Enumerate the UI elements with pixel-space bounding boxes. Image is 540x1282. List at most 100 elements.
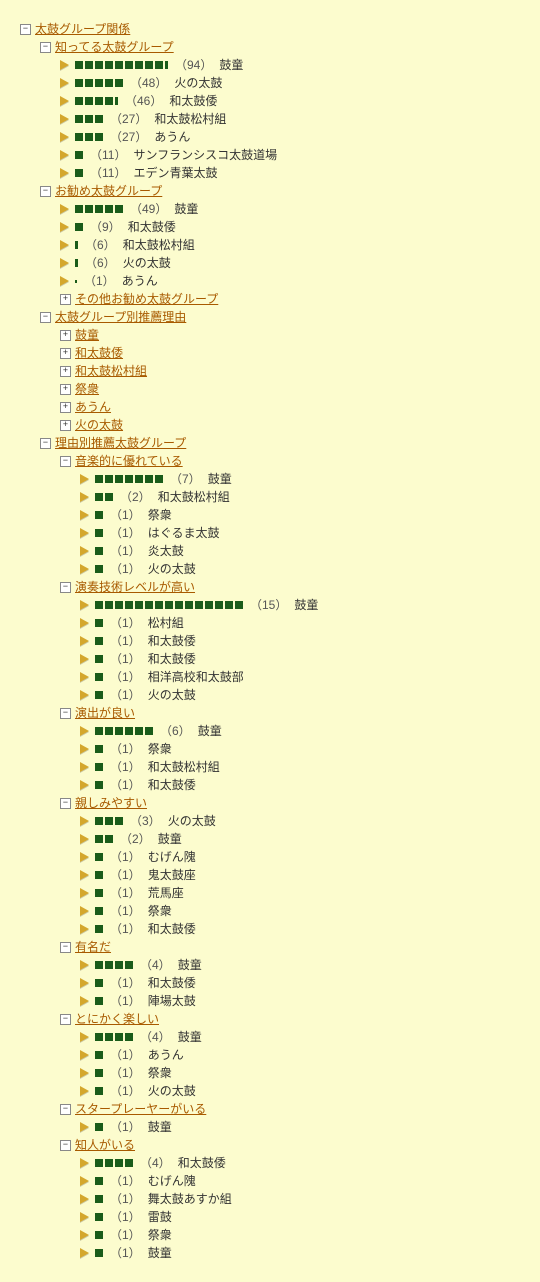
bar-indicator (75, 151, 83, 159)
collapse-icon[interactable]: − (20, 24, 31, 35)
item-name: むげん隗 (148, 1172, 196, 1190)
bar-indicator (95, 565, 103, 573)
subgroup-label[interactable]: 火の太鼓 (75, 416, 123, 434)
data-row: （1）荒馬座 (80, 884, 520, 902)
collapse-icon[interactable]: − (60, 1014, 71, 1025)
tree-root-label[interactable]: 太鼓グループ関係 (35, 20, 130, 38)
arrow-icon (80, 564, 89, 574)
bar-indicator (75, 133, 103, 141)
collapse-icon[interactable]: − (40, 42, 51, 53)
expand-icon[interactable]: + (60, 402, 71, 413)
data-row: （1）和太鼓倭 (80, 920, 520, 938)
expand-icon[interactable]: + (60, 384, 71, 395)
category-label[interactable]: 知人がいる (75, 1136, 135, 1154)
count-value: （46） (125, 92, 162, 110)
item-name: エデン青葉太鼓 (133, 164, 217, 182)
data-row: （1）炎太鼓 (80, 542, 520, 560)
subgroup-label[interactable]: 鼓童 (75, 326, 99, 344)
subgroup-label[interactable]: 和太鼓松村組 (75, 362, 147, 380)
collapse-icon[interactable]: − (60, 1140, 71, 1151)
category-label[interactable]: スタープレーヤーがいる (75, 1100, 206, 1118)
arrow-icon (80, 600, 89, 610)
category-label[interactable]: 親しみやすい (75, 794, 147, 812)
item-name: 祭衆 (148, 506, 172, 524)
bar-indicator (95, 907, 103, 915)
section-label[interactable]: 理由別推薦太鼓グループ (55, 434, 186, 452)
collapse-icon[interactable]: − (60, 798, 71, 809)
collapse-icon[interactable]: − (60, 582, 71, 593)
collapse-icon[interactable]: − (60, 1104, 71, 1115)
arrow-icon (60, 78, 69, 88)
subgroup-label[interactable]: 祭衆 (75, 380, 99, 398)
item-name: 祭衆 (148, 1226, 172, 1244)
arrow-icon (80, 618, 89, 628)
collapse-icon[interactable]: − (60, 456, 71, 467)
category-label[interactable]: 音楽的に優れている (75, 452, 183, 470)
item-name: 鼓童 (174, 200, 198, 218)
expand-icon[interactable]: + (60, 330, 71, 341)
arrow-icon (80, 1176, 89, 1186)
bar-indicator (95, 925, 103, 933)
count-value: （2） (120, 830, 151, 848)
count-value: （1） (110, 884, 141, 902)
collapse-icon[interactable]: − (60, 708, 71, 719)
arrow-icon (60, 240, 69, 250)
expand-icon[interactable]: + (60, 348, 71, 359)
section-label[interactable]: お勧め太鼓グループ (55, 182, 162, 200)
collapse-icon[interactable]: − (40, 186, 51, 197)
item-name: 鼓童 (294, 596, 318, 614)
data-row: （1）あうん (60, 272, 520, 290)
count-value: （27） (110, 110, 147, 128)
collapse-icon[interactable]: − (60, 942, 71, 953)
data-row: （4）和太鼓倭 (80, 1154, 520, 1172)
subgroup-label[interactable]: あうん (75, 398, 111, 416)
count-value: （1） (110, 776, 141, 794)
count-value: （1） (110, 1046, 141, 1064)
subgroup-label[interactable]: 和太鼓倭 (75, 344, 123, 362)
section-label[interactable]: 知ってる太鼓グループ (55, 38, 174, 56)
data-row: （1）祭衆 (80, 902, 520, 920)
data-row: （11）サンフランシスコ太鼓道場 (60, 146, 520, 164)
bar-indicator (95, 673, 103, 681)
bar-indicator (95, 1051, 103, 1059)
count-value: （94） (175, 56, 212, 74)
bar-indicator (95, 1177, 103, 1185)
data-row: （46） 和太鼓倭 (60, 92, 520, 110)
collapse-icon[interactable]: − (40, 438, 51, 449)
item-name: 火の太鼓 (148, 686, 196, 704)
arrow-icon (80, 528, 89, 538)
bar-indicator (95, 1213, 103, 1221)
arrow-icon (80, 690, 89, 700)
data-row: （94）鼓童 (60, 56, 520, 74)
item-name: 雷鼓 (148, 1208, 172, 1226)
expand-icon[interactable]: + (60, 366, 71, 377)
collapse-icon[interactable]: − (40, 312, 51, 323)
section-label[interactable]: 太鼓グループ別推薦理由 (55, 308, 186, 326)
category-label[interactable]: 演奏技術レベルが高い (75, 578, 195, 596)
data-row: （6）鼓童 (80, 722, 520, 740)
extra-label[interactable]: その他お勧め太鼓グループ (75, 290, 218, 308)
category-label[interactable]: 有名だ (75, 938, 111, 956)
category-label[interactable]: 演出が良い (75, 704, 135, 722)
data-row: （49）鼓童 (60, 200, 520, 218)
data-row: （9）和太鼓倭 (60, 218, 520, 236)
item-name: 和太鼓松村組 (154, 110, 226, 128)
item-name: 和太鼓倭 (128, 218, 176, 236)
category-label[interactable]: とにかく楽しい (75, 1010, 159, 1028)
expand-icon[interactable]: + (60, 294, 71, 305)
item-name: 鼓童 (178, 956, 202, 974)
bar-indicator (95, 1123, 103, 1131)
arrow-icon (80, 888, 89, 898)
expand-icon[interactable]: + (60, 420, 71, 431)
count-value: （2） (120, 488, 151, 506)
arrow-icon (80, 546, 89, 556)
item-name: 和太鼓倭 (169, 92, 217, 110)
data-row: （15）鼓童 (80, 596, 520, 614)
item-name: はぐるま太鼓 (148, 524, 220, 542)
count-value: （7） (170, 470, 201, 488)
item-name: 火の太鼓 (174, 74, 222, 92)
data-row: （1）祭衆 (80, 1064, 520, 1082)
bar-indicator (95, 637, 103, 645)
count-value: （1） (110, 1226, 141, 1244)
data-row: （6）和太鼓松村組 (60, 236, 520, 254)
